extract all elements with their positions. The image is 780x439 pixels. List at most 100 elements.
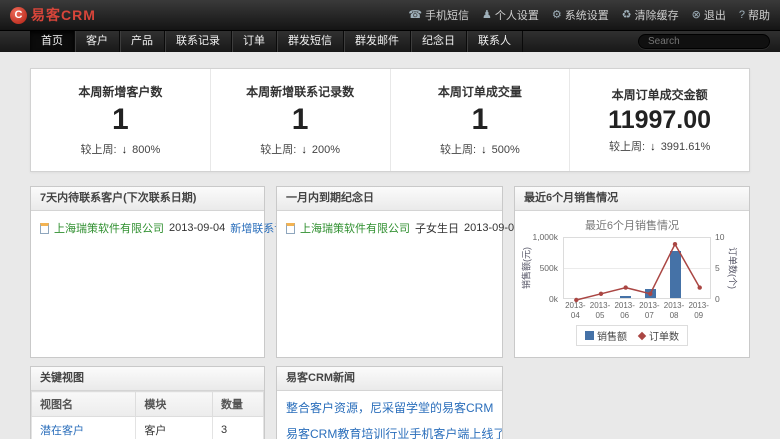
anniversary-type: 子女生日 — [415, 220, 459, 236]
news-link[interactable]: 整合客户资源，尼采留学堂的易客CRM — [277, 394, 502, 420]
right-axis-ticks: 0510 — [711, 237, 727, 299]
menu-personal-settings[interactable]: ♟ 个人设置 — [482, 7, 539, 23]
stat-value: 1 — [31, 105, 210, 136]
pending-contacts-panel: 7天内待联系客户(下次联系日期) 上海瑞策软件有限公司 2013-09-04 新… — [30, 186, 265, 358]
logo-text: 易客CRM — [31, 5, 96, 25]
x-tick-label: 2013-05 — [588, 301, 613, 320]
stat-new-contact-records: 本周新增联系记录数 1 较上周: ↓ 200% — [210, 69, 390, 171]
menu-sms-label: 手机短信 — [425, 7, 469, 23]
line-marker-icon — [638, 331, 646, 339]
chart-plot-area — [563, 237, 711, 299]
menu-clear-cache-label: 清除缓存 — [635, 7, 679, 23]
down-arrow-icon: ↓ — [650, 141, 656, 153]
menu-logout-label: 退出 — [704, 7, 726, 23]
menu-help-label: 帮助 — [748, 7, 770, 23]
menu-clear-cache[interactable]: ♻ 清除缓存 — [622, 7, 679, 23]
key-views-panel: 关键视图 视图名 模块 数量 潜在客户 客户 3 — [30, 366, 265, 439]
topbar: C 易客CRM ☎ 手机短信 ♟ 个人设置 ⚙ 系统设置 ♻ 清除缓存 ⊗ 退出… — [0, 0, 780, 30]
topbar-menu: ☎ 手机短信 ♟ 个人设置 ⚙ 系统设置 ♻ 清除缓存 ⊗ 退出 ? 帮助 — [408, 7, 770, 23]
compare-label: 较上周: — [80, 144, 116, 156]
x-tick-label: 2013-08 — [662, 301, 687, 320]
anniversary-date: 2013-09-02 — [464, 222, 520, 234]
news-link[interactable]: 易客CRM教育培训行业手机客户端上线了 — [277, 420, 502, 439]
x-axis-labels: 2013-042013-052013-062013-072013-082013-… — [563, 299, 711, 320]
tab-bulk-sms[interactable]: 群发短信 — [277, 31, 344, 52]
legend-orders: 订单数 — [639, 328, 679, 343]
stat-compare: 较上周: ↓ 500% — [391, 141, 570, 157]
anniversaries-panel: 一月内到期纪念日 上海瑞策软件有限公司 子女生日 2013-09-02 — [276, 186, 503, 358]
panel-title: 关键视图 — [31, 367, 264, 391]
tab-home[interactable]: 首页 — [30, 31, 75, 52]
table-row: 潜在客户 客户 3 — [32, 417, 264, 439]
compare-percent: 500% — [492, 144, 520, 156]
tab-contacts[interactable]: 联系人 — [467, 31, 523, 52]
key-views-table: 视图名 模块 数量 潜在客户 客户 3 — [31, 391, 264, 439]
module-cell: 客户 — [136, 417, 213, 439]
main-nav: 首页 客户 产品 联系记录 订单 群发短信 群发邮件 纪念日 联系人 — [0, 30, 780, 52]
search-input[interactable] — [638, 34, 770, 49]
company-link[interactable]: 上海瑞策软件有限公司 — [54, 220, 164, 236]
user-icon: ♟ — [482, 10, 492, 21]
phone-sms-icon: ☎ — [408, 10, 422, 21]
panel-title: 7天内待联系客户(下次联系日期) — [31, 187, 264, 211]
menu-logout[interactable]: ⊗ 退出 — [692, 7, 726, 23]
stat-label: 本周新增联系记录数 — [211, 83, 390, 100]
x-tick-label: 2013-06 — [612, 301, 637, 320]
compare-percent: 200% — [312, 144, 340, 156]
stat-new-customers: 本周新增客户数 1 较上周: ↓ 800% — [31, 69, 210, 171]
compare-label: 较上周: — [260, 144, 296, 156]
dashboard: 本周新增客户数 1 较上周: ↓ 800% 本周新增联系记录数 1 较上周: ↓… — [0, 52, 780, 439]
orders-line-series — [564, 238, 712, 300]
help-icon: ? — [739, 10, 745, 21]
menu-help[interactable]: ? 帮助 — [739, 7, 770, 23]
tab-anniversary[interactable]: 纪念日 — [411, 31, 467, 52]
table-header-row: 视图名 模块 数量 — [32, 392, 264, 417]
tab-orders[interactable]: 订单 — [232, 31, 277, 52]
chart-title: 最近6个月销售情况 — [520, 217, 744, 233]
sales-chart-panel: 最近6个月销售情况 最近6个月销售情况 销售额(元) 0k500k1,000k … — [514, 186, 750, 358]
tab-customers[interactable]: 客户 — [75, 31, 120, 52]
panel-title: 最近6个月销售情况 — [515, 187, 749, 211]
down-arrow-icon: ↓ — [122, 144, 128, 156]
x-tick-label: 2013-04 — [563, 301, 588, 320]
legend-orders-label: 订单数 — [649, 328, 679, 343]
down-arrow-icon: ↓ — [301, 144, 307, 156]
logout-icon: ⊗ — [692, 10, 701, 21]
list-item: 上海瑞策软件有限公司 2013-09-04 新增联系记录 — [40, 220, 255, 236]
view-link[interactable]: 潜在客户 — [40, 425, 84, 437]
stat-compare: 较上周: ↓ 3991.61% — [570, 138, 749, 154]
logo[interactable]: C 易客CRM — [10, 5, 96, 25]
search-box — [638, 31, 770, 52]
stat-compare: 较上周: ↓ 200% — [211, 141, 390, 157]
menu-sms[interactable]: ☎ 手机短信 — [408, 7, 469, 23]
panel-title: 易客CRM新闻 — [277, 367, 502, 391]
chart-legend: 销售额 订单数 — [520, 325, 744, 346]
col-module: 模块 — [136, 392, 213, 417]
company-link[interactable]: 上海瑞策软件有限公司 — [300, 220, 410, 236]
tab-products[interactable]: 产品 — [120, 31, 165, 52]
stat-value: 1 — [391, 105, 570, 136]
bar-swatch-icon — [585, 331, 594, 340]
tab-contact-records[interactable]: 联系记录 — [165, 31, 232, 52]
down-arrow-icon: ↓ — [481, 144, 487, 156]
left-axis-ticks: 0k500k1,000k — [531, 237, 563, 299]
stat-label: 本周订单成交量 — [391, 83, 570, 100]
col-count: 数量 — [212, 392, 263, 417]
stat-label: 本周新增客户数 — [31, 83, 210, 100]
menu-system-settings[interactable]: ⚙ 系统设置 — [552, 7, 609, 23]
stat-label: 本周订单成交金额 — [570, 86, 749, 103]
x-tick-label: 2013-09 — [686, 301, 711, 320]
tab-bulk-email[interactable]: 群发邮件 — [344, 31, 411, 52]
logo-icon: C — [10, 7, 27, 24]
stat-order-amount: 本周订单成交金额 11997.00 较上周: ↓ 3991.61% — [569, 69, 749, 171]
stat-compare: 较上周: ↓ 800% — [31, 141, 210, 157]
stats-panel: 本周新增客户数 1 较上周: ↓ 800% 本周新增联系记录数 1 较上周: ↓… — [30, 68, 750, 172]
next-contact-date: 2013-09-04 — [169, 222, 225, 234]
compare-percent: 3991.61% — [661, 141, 711, 153]
right-axis-label: 订单数(个) — [727, 237, 738, 299]
menu-personal-settings-label: 个人设置 — [495, 7, 539, 23]
document-icon — [286, 223, 295, 234]
compare-label: 较上周: — [440, 144, 476, 156]
gear-icon: ⚙ — [552, 10, 562, 21]
col-view-name: 视图名 — [32, 392, 136, 417]
